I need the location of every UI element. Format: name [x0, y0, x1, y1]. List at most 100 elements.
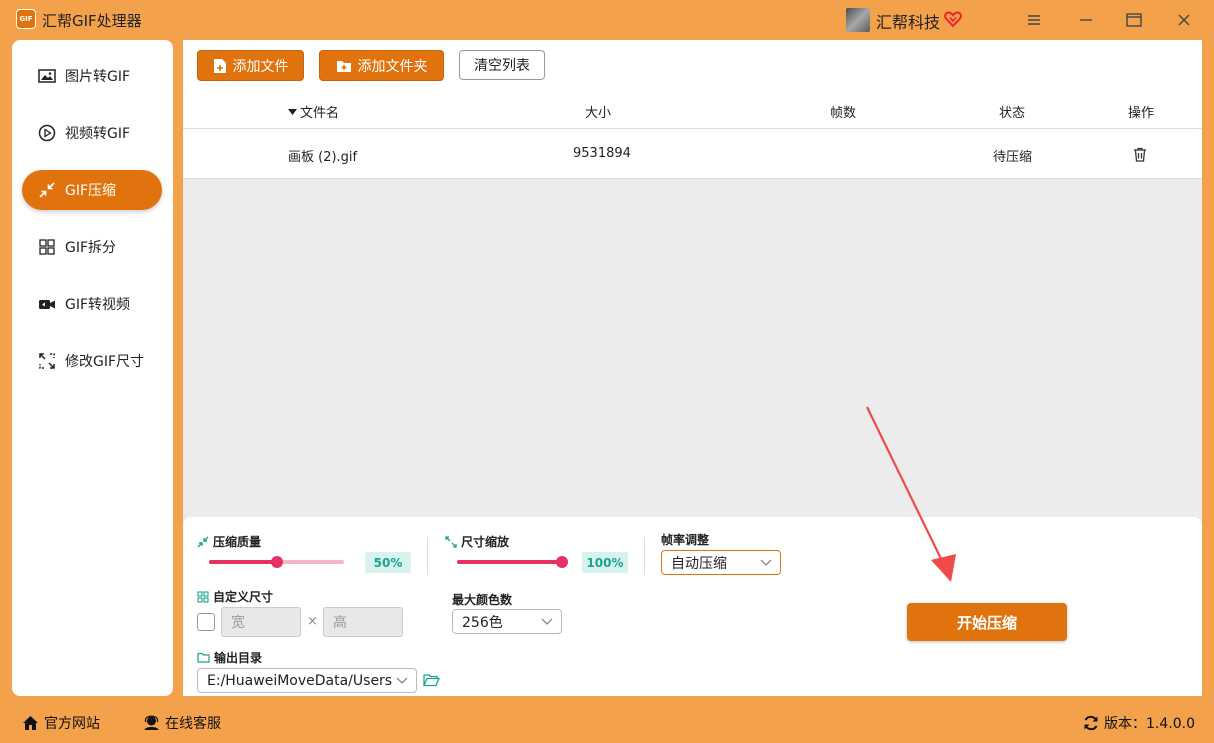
sidebar-item-gif-split[interactable]: GIF拆分 — [22, 227, 162, 267]
image-icon — [38, 69, 56, 83]
add-file-button[interactable]: 添加文件 — [197, 50, 304, 81]
sidebar-item-video-to-gif[interactable]: 视频转GIF — [22, 113, 162, 153]
custom-size-label-group: 自定义尺寸 — [197, 588, 273, 605]
scale-slider[interactable] — [457, 556, 568, 568]
column-filename-label: 文件名 — [300, 106, 340, 121]
play-circle-icon — [38, 124, 56, 142]
scale-slider-fill — [457, 560, 562, 564]
sidebar-item-gif-to-video[interactable]: GIF转视频 — [22, 284, 162, 324]
quality-slider[interactable] — [209, 556, 344, 568]
sidebar-item-label: GIF拆分 — [65, 240, 117, 256]
grid-small-icon — [197, 590, 209, 603]
version-label: 版本：1.4.0.0 — [1104, 716, 1195, 732]
scale-label: 尺寸缩放 — [461, 535, 510, 549]
add-file-icon — [213, 58, 226, 73]
close-icon[interactable] — [1171, 8, 1197, 32]
support-label: 在线客服 — [165, 716, 221, 732]
max-colors-select-value: 256色 — [462, 614, 503, 631]
chevron-down-icon — [760, 559, 772, 566]
sidebar-item-label: 修改GIF尺寸 — [65, 354, 145, 370]
vip-heart-icon[interactable] — [944, 10, 962, 28]
website-link[interactable]: 官方网站 — [22, 713, 100, 733]
file-status: 待压缩 — [993, 150, 1033, 165]
maximize-icon[interactable] — [1121, 8, 1147, 32]
sidebar-item-label: GIF转视频 — [65, 297, 131, 313]
settings-panel: 压缩质量 50% 尺寸缩放 100% 帧率调整 自动压缩 自定义尺寸 宽 × 高… — [183, 517, 1202, 696]
quality-slider-thumb[interactable] — [270, 556, 283, 568]
framerate-label: 帧率调整 — [661, 533, 710, 547]
app-logo: GIF — [16, 9, 36, 29]
height-input[interactable]: 高 — [323, 607, 403, 637]
app-title: 汇帮GIF处理器 — [42, 12, 142, 30]
home-icon — [23, 716, 38, 730]
video-camera-icon — [39, 300, 55, 309]
refresh-icon — [1084, 715, 1098, 731]
delete-icon[interactable] — [1133, 147, 1147, 162]
column-actions: 操作 — [1128, 106, 1155, 121]
scale-slider-thumb[interactable] — [556, 556, 568, 568]
toolbar: 添加文件 添加文件夹 清空列表 — [183, 40, 1202, 89]
add-file-label: 添加文件 — [232, 58, 289, 75]
max-colors-label: 最大颜色数 — [452, 593, 513, 607]
title-bar: GIF 汇帮GIF处理器 汇帮科技 — [0, 0, 1214, 40]
annotation-arrow — [866, 406, 956, 582]
start-compress-button[interactable]: 开始压缩 — [907, 603, 1067, 641]
menu-icon[interactable] — [1021, 8, 1047, 32]
times-sign: × — [307, 614, 318, 629]
divider — [644, 537, 645, 575]
sidebar-item-label: GIF压缩 — [65, 183, 117, 199]
quality-label: 压缩质量 — [213, 535, 262, 549]
folder-small-icon — [197, 652, 210, 663]
table-header: 文件名 大小 帧数 状态 操作 — [183, 89, 1202, 129]
output-dir-label: 输出目录 — [214, 651, 263, 665]
resize-icon — [39, 353, 55, 369]
compress-small-icon — [197, 536, 209, 547]
chevron-down-icon — [541, 618, 553, 625]
column-frames: 帧数 — [830, 106, 857, 121]
column-status: 状态 — [999, 106, 1026, 121]
minimize-icon[interactable] — [1073, 8, 1099, 32]
sidebar-item-resize-gif[interactable]: 修改GIF尺寸 — [22, 341, 162, 381]
add-folder-icon — [336, 60, 351, 72]
quality-value: 50% — [365, 552, 411, 573]
user-name[interactable]: 汇帮科技 — [876, 9, 940, 33]
sidebar-item-label: 视频转GIF — [65, 126, 131, 142]
scale-small-icon — [445, 535, 457, 548]
max-colors-select[interactable]: 256色 — [452, 609, 562, 634]
sidebar-item-gif-compress[interactable]: GIF压缩 — [22, 170, 162, 210]
clear-list-button[interactable]: 清空列表 — [459, 50, 545, 80]
sidebar-item-image-to-gif[interactable]: 图片转GIF — [22, 56, 162, 96]
custom-size-checkbox[interactable] — [197, 613, 215, 631]
main-panel: 添加文件 添加文件夹 清空列表 文件名 大小 帧数 状态 操作 画板 (2).g… — [183, 40, 1202, 696]
output-dir-value: E:/HuaweiMoveData/Users — [207, 672, 393, 689]
split-grid-icon — [39, 239, 55, 255]
column-size: 大小 — [585, 106, 612, 121]
sidebar: 图片转GIF 视频转GIF GIF压缩 GIF拆分 GIF转视频 修改GIF尺寸 — [12, 40, 173, 696]
website-label: 官方网站 — [44, 716, 100, 732]
sort-down-icon — [288, 108, 297, 115]
scale-label-group: 尺寸缩放 — [445, 533, 509, 550]
output-dir-select[interactable]: E:/HuaweiMoveData/Users — [197, 668, 417, 693]
version-info[interactable]: 版本：1.4.0.0 — [1083, 713, 1195, 733]
scale-value: 100% — [582, 552, 628, 573]
quality-label-group: 压缩质量 — [197, 533, 261, 550]
open-folder-icon[interactable] — [423, 673, 440, 687]
headset-icon — [144, 715, 159, 730]
avatar[interactable] — [846, 8, 870, 32]
width-input[interactable]: 宽 — [221, 607, 301, 637]
file-name: 画板 (2).gif — [288, 150, 358, 165]
add-folder-button[interactable]: 添加文件夹 — [319, 50, 444, 81]
chevron-down-icon — [396, 677, 408, 684]
table-row[interactable]: 画板 (2).gif 9531894 待压缩 — [183, 130, 1202, 179]
file-table: 文件名 大小 帧数 状态 操作 画板 (2).gif 9531894 待压缩 — [183, 89, 1202, 179]
compress-icon — [39, 182, 55, 198]
custom-size-label: 自定义尺寸 — [213, 590, 274, 604]
support-link[interactable]: 在线客服 — [143, 713, 221, 733]
quality-slider-fill — [209, 560, 277, 564]
output-dir-label-group: 输出目录 — [197, 649, 262, 666]
divider — [427, 537, 428, 575]
sidebar-item-label: 图片转GIF — [65, 69, 131, 85]
framerate-select[interactable]: 自动压缩 — [661, 550, 781, 575]
framerate-select-value: 自动压缩 — [671, 555, 727, 572]
column-filename[interactable]: 文件名 — [288, 102, 339, 121]
